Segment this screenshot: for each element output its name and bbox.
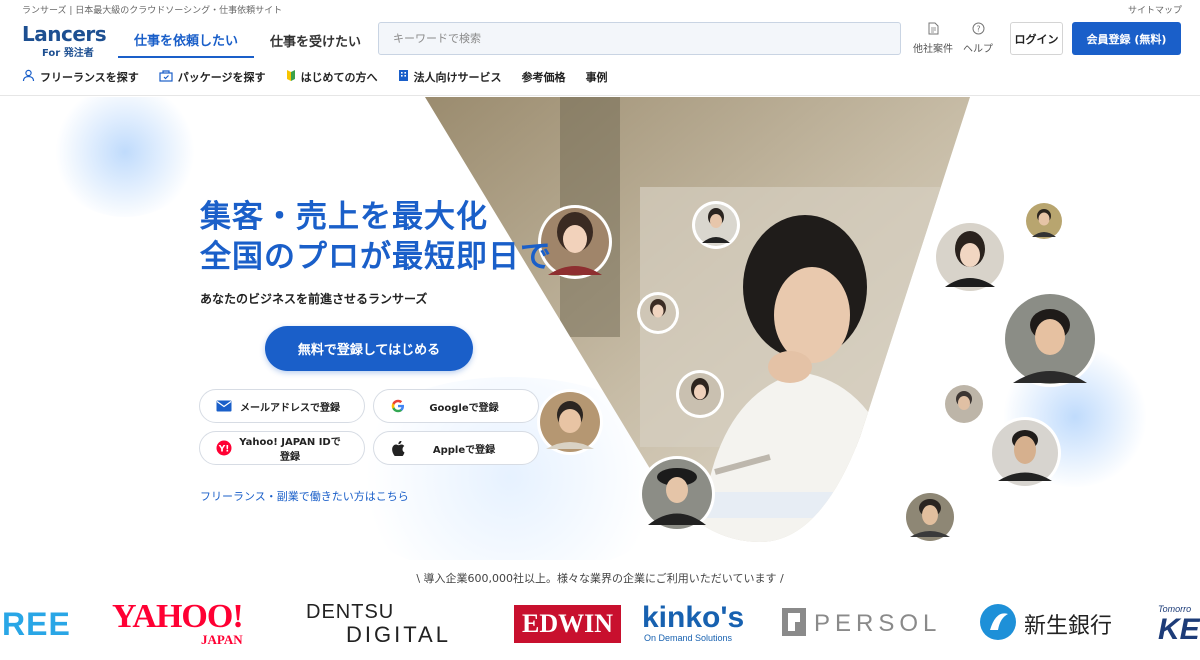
nav-reference-price[interactable]: 参考価格 xyxy=(522,67,566,87)
tab-client[interactable]: 仕事を依頼したい xyxy=(118,22,255,58)
avatar xyxy=(903,490,957,544)
avatar xyxy=(639,456,715,532)
nav-label: はじめての方へ xyxy=(300,71,378,84)
logo-text: 新生銀行 xyxy=(1024,614,1113,639)
shinsei-mark-icon xyxy=(980,604,1016,644)
avatar xyxy=(989,417,1061,489)
email-signup-button[interactable]: メールアドレスで登録 xyxy=(199,389,365,423)
document-icon xyxy=(911,22,955,40)
avatar xyxy=(676,370,724,418)
apple-icon xyxy=(384,440,412,456)
email-signup-label: メールアドレスで登録 xyxy=(240,402,340,414)
lancers-logo[interactable]: Lancers For 発注者 xyxy=(22,22,110,59)
persol-mark-icon xyxy=(782,608,806,640)
signup-cta-button[interactable]: 無料で登録してはじめる xyxy=(265,326,473,371)
client-logos: REE YAHOO! JAPAN DENTSU DIGITAL EDWIN ki… xyxy=(0,596,1200,656)
hero-lead: あなたのビジネスを前進させるランサーズ xyxy=(200,292,428,306)
svg-text:?: ? xyxy=(976,25,980,34)
search-input[interactable] xyxy=(393,32,900,45)
google-signup-button[interactable]: Googleで登録 xyxy=(373,389,539,423)
client-logo-dentsu: DENTSU DIGITAL xyxy=(306,596,451,652)
mail-icon xyxy=(210,400,238,412)
logo-text: DENTSU xyxy=(306,601,395,623)
site-tagline: ランサーズ | 日本最大級のクラウドソーシング・仕事依頼サイト xyxy=(22,6,283,16)
logo-text: PERSOL xyxy=(814,610,942,637)
client-logo-persol: PERSOL xyxy=(782,596,941,652)
google-signup-label: Googleで登録 xyxy=(429,402,499,414)
hero-illustration xyxy=(425,97,1098,544)
client-logo-partial: Tomorro KE xyxy=(1158,596,1200,652)
logo-text: EDWIN xyxy=(514,605,622,643)
logo-subtext: JAPAN xyxy=(201,632,243,647)
tab-freelancer[interactable]: 仕事を受けたい xyxy=(254,22,377,58)
help-icon: ? xyxy=(956,22,1000,40)
headline-line-1: 集客・売上を最大化 xyxy=(200,199,488,235)
logo-text: YAHOO! xyxy=(112,598,244,635)
top-strip: ランサーズ | 日本最大級のクラウドソーシング・仕事依頼サイト サイトマップ xyxy=(0,0,1200,18)
avatar xyxy=(933,220,1007,294)
avatar xyxy=(537,389,603,455)
help-label: ヘルプ xyxy=(963,44,993,55)
header: Lancers For 発注者 仕事を依頼したい 仕事を受けたい 他社案件 ? … xyxy=(0,18,1200,96)
client-logo-edwin: EDWIN xyxy=(514,596,622,652)
logo-text: kinko's xyxy=(642,601,745,634)
freelancer-signup-link[interactable]: フリーランス・副業で働きたい方はこちら xyxy=(200,488,409,504)
logo-text: REE xyxy=(2,605,71,642)
client-logo-free: REE xyxy=(2,596,71,652)
nav-beginner[interactable]: はじめての方へ xyxy=(286,67,378,87)
logo-subtext: DIGITAL xyxy=(346,622,451,647)
client-count-line: \ 導入企業600,000社以上。様々な業界の企業にご利用いただいています / xyxy=(416,572,784,585)
sub-navigation: フリーランスを探す パッケージを探す はじめての方へ 法人向けサービス 参考価格… xyxy=(22,67,628,87)
apple-signup-button[interactable]: Appleで登録 xyxy=(373,431,539,465)
nav-label: 事例 xyxy=(585,71,608,84)
nav-label: 参考価格 xyxy=(521,71,566,84)
logo-subtext: On Demand Solutions xyxy=(644,633,733,643)
nav-case-studies[interactable]: 事例 xyxy=(586,67,608,87)
yahoo-icon: Y! xyxy=(210,440,238,456)
avatar xyxy=(637,292,679,334)
beginner-icon xyxy=(286,69,296,85)
google-icon xyxy=(384,399,412,413)
help-button[interactable]: ? ヘルプ xyxy=(956,22,1000,56)
avatar xyxy=(692,201,740,249)
nav-corporate[interactable]: 法人向けサービス xyxy=(398,67,502,87)
client-logo-kinkos: kinko's On Demand Solutions xyxy=(642,596,744,652)
yahoo-signup-label: Yahoo! JAPAN IDで登録 xyxy=(239,437,341,463)
package-icon xyxy=(159,69,173,85)
sitemap-link[interactable]: サイトマップ xyxy=(1128,3,1182,16)
nav-label: 法人向けサービス xyxy=(413,71,502,84)
avatar xyxy=(1023,200,1065,242)
hero-headline: 集客・売上を最大化 全国のプロが最短即日で xyxy=(200,197,552,277)
mode-tabs: 仕事を依頼したい 仕事を受けたい xyxy=(118,22,377,58)
avatar xyxy=(942,382,986,426)
avatar xyxy=(1002,291,1098,387)
other-projects-button[interactable]: 他社案件 xyxy=(911,22,955,56)
nav-find-freelancer[interactable]: フリーランスを探す xyxy=(22,67,139,87)
nav-label: フリーランスを探す xyxy=(40,71,139,84)
hero-section: 集客・売上を最大化 全国のプロが最短即日で あなたのビジネスを前進させるランサー… xyxy=(0,97,1200,560)
nav-label: パッケージを探す xyxy=(177,71,266,84)
login-button[interactable]: ログイン xyxy=(1010,22,1063,55)
building-icon xyxy=(398,69,409,85)
other-projects-label: 他社案件 xyxy=(913,44,953,55)
apple-signup-label: Appleで登録 xyxy=(432,444,496,456)
person-icon xyxy=(22,69,35,85)
search-box xyxy=(378,22,901,55)
logo-sub: For 発注者 xyxy=(42,48,94,59)
headline-line-2: 全国のプロが最短即日で xyxy=(200,239,552,275)
nav-find-package[interactable]: パッケージを探す xyxy=(159,67,266,87)
client-logo-yahoo: YAHOO! JAPAN xyxy=(112,596,244,652)
svg-text:Y!: Y! xyxy=(218,445,230,455)
logo-text: KE xyxy=(1158,613,1200,646)
client-logo-shinsei: 新生銀行 xyxy=(980,596,1112,652)
yahoo-signup-button[interactable]: Y! Yahoo! JAPAN IDで登録 xyxy=(199,431,365,465)
register-button[interactable]: 会員登録 (無料) xyxy=(1072,22,1181,55)
logo-word: Lancers xyxy=(22,22,107,46)
